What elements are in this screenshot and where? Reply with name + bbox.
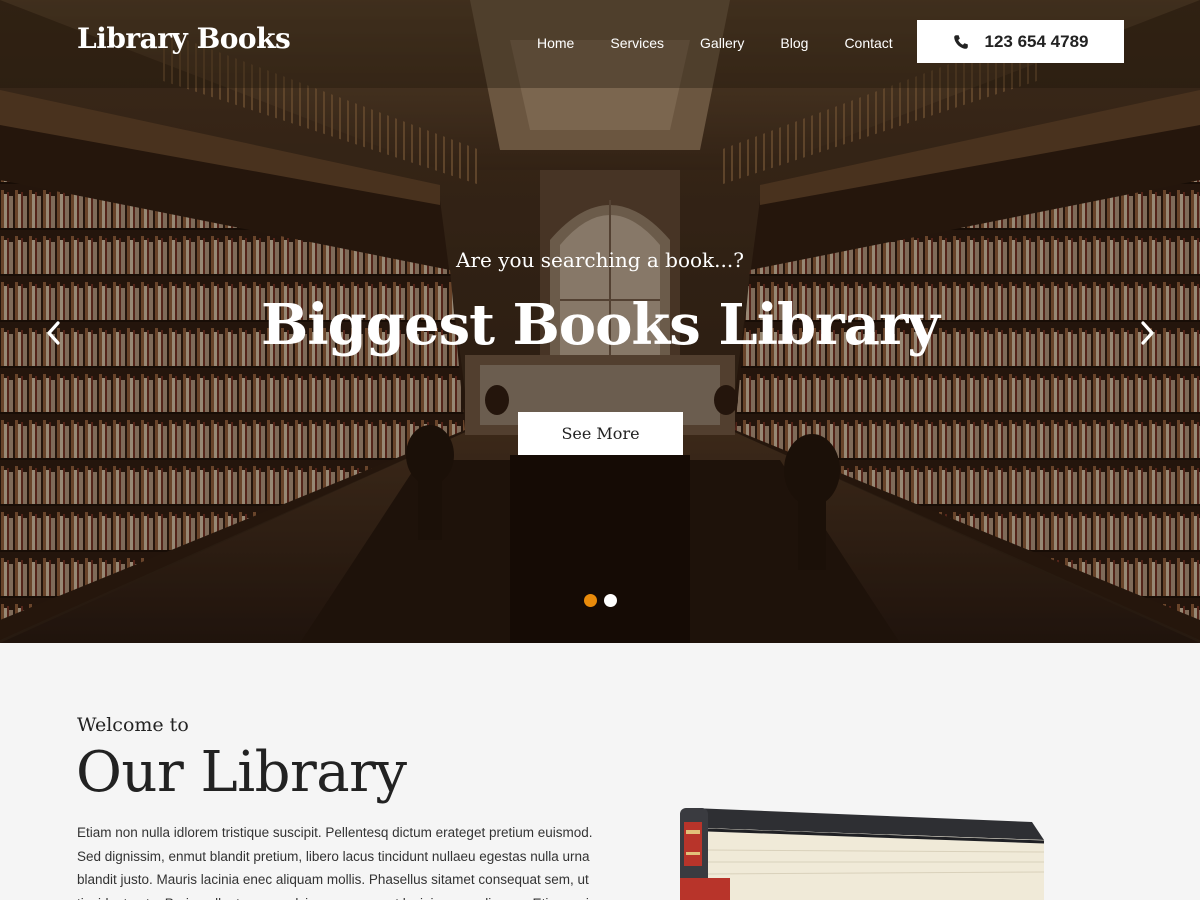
slider-pagination [584,594,624,607]
book-stack-image [680,808,1045,900]
nav-gallery[interactable]: Gallery [700,35,744,51]
site-logo[interactable]: Library Books [77,22,291,55]
hero-title: Biggest Books Library [261,292,940,358]
chevron-right-icon[interactable] [1135,318,1159,348]
nav-contact[interactable]: Contact [844,35,892,51]
phone-number: 123 654 4789 [984,31,1089,51]
hero-subtitle: Are you searching a book...? [456,248,744,272]
slide-dot-1[interactable] [584,594,597,607]
see-more-button[interactable]: See More [518,412,683,455]
phone-icon [953,34,968,49]
welcome-eyebrow: Welcome to [77,714,189,736]
slide-dot-2[interactable] [604,594,617,607]
welcome-title: Our Library [76,740,407,805]
phone-button[interactable]: 123 654 4789 [917,20,1124,63]
nav-services[interactable]: Services [610,35,664,51]
welcome-paragraph: Etiam non nulla idlorem tristique suscip… [77,825,596,900]
nav-blog[interactable]: Blog [780,35,808,51]
nav-home[interactable]: Home [537,35,574,51]
main-nav: Home Services Gallery Blog Contact [537,35,929,51]
hero-slider: Library Books Home Services Gallery Blog… [0,0,1200,643]
chevron-left-icon[interactable] [42,318,66,348]
